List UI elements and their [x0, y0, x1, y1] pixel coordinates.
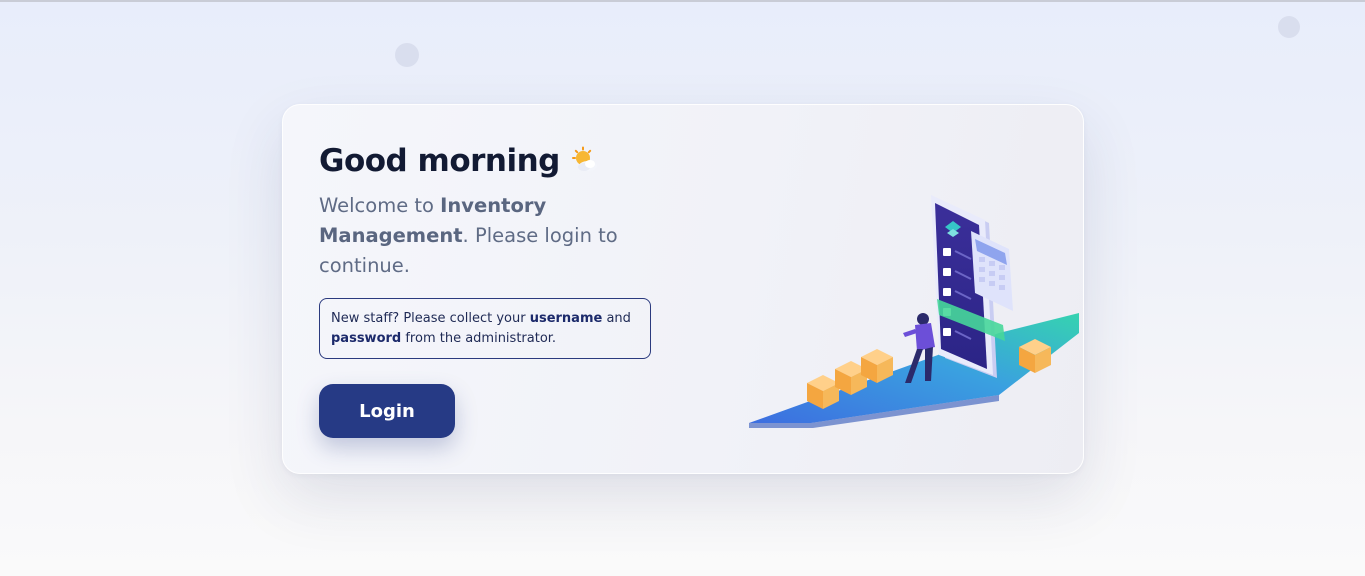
welcome-message: Welcome to Inventory Management. Please … [319, 191, 619, 281]
inventory-phone-illustration [749, 183, 1085, 433]
top-divider [0, 0, 1365, 2]
notice-text-1: New staff? Please collect your [331, 311, 530, 326]
notice-text-3: from the administrator. [401, 331, 557, 346]
greeting-heading: Good morning [319, 143, 600, 179]
welcome-prefix: Welcome to [319, 194, 441, 217]
background-dot [395, 43, 419, 67]
background-dot [1278, 16, 1300, 38]
sun-cloud-icon [570, 146, 600, 176]
login-card: Good morning Welcome to Inventory Manage… [282, 104, 1084, 474]
login-button[interactable]: Login [319, 384, 455, 438]
new-staff-notice: New staff? Please collect your username … [319, 298, 651, 359]
greeting-title: Good morning [319, 143, 560, 179]
notice-username: username [529, 311, 603, 326]
notice-password: password [331, 331, 402, 346]
notice-text-2: and [602, 311, 631, 326]
